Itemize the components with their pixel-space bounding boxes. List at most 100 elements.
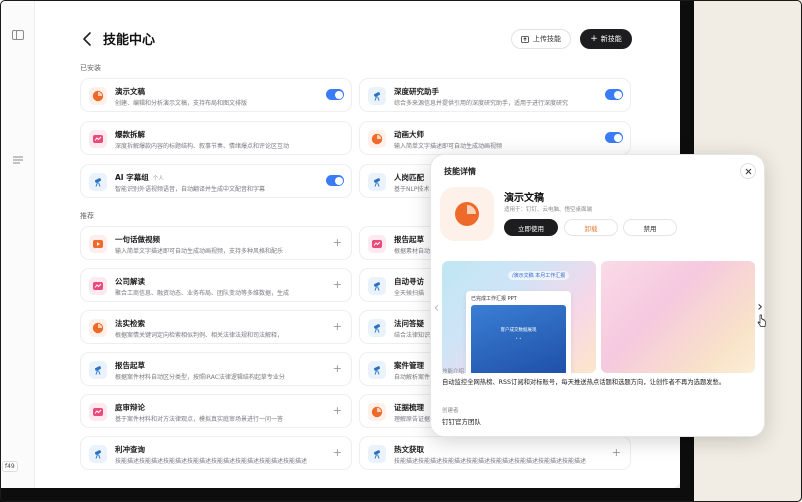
skill-enable-toggle[interactable] <box>605 132 623 143</box>
upload-icon <box>521 36 529 43</box>
hot-icon <box>89 277 107 295</box>
skill-name: 自动寻访 <box>394 276 424 287</box>
installed-skill-card[interactable]: 深度研究助手 综合多来源信息并提供引用的深度研究助手，适用于进行深度研究 <box>359 78 631 112</box>
skill-name: 深度研究助手 <box>394 86 439 97</box>
skill-enable-toggle[interactable] <box>326 89 344 100</box>
preview-slide-sub: • • <box>515 336 522 341</box>
recommended-skill-card[interactable]: 利冲查询技能描述技能描述技能描述技能描述技能描述技能描述技能描述技能描述 + <box>80 436 352 470</box>
chevron-left-icon[interactable]: ‹ <box>431 300 442 316</box>
skill-name: 演示文稿 <box>504 193 544 204</box>
add-skill-button[interactable]: + <box>333 446 342 460</box>
preview-doc-title: 已完成工作汇报 PPT <box>471 296 517 302</box>
sidebar-toggle-icon[interactable] <box>12 30 24 40</box>
skill-name-text: 报告起草 <box>394 235 424 244</box>
screenshot-preview-2[interactable] <box>601 261 755 373</box>
skill-name: 公司解读 <box>115 276 145 287</box>
app-frame: f49 技能中心 上传技能 + 新技能 已安装 演示文稿创建、编辑和分析演示文稿… <box>0 0 802 502</box>
skill-name-text: 利冲查询 <box>115 445 145 454</box>
video-icon <box>89 235 107 253</box>
close-icon <box>745 168 751 174</box>
skill-tag: 个人 <box>152 176 164 182</box>
close-button[interactable] <box>740 163 756 179</box>
skill-description: 输入简单文字描述即可自动生成动画视频 <box>394 143 503 150</box>
add-skill-button[interactable]: + <box>333 236 342 250</box>
intro-label: 技能介绍 <box>442 369 465 375</box>
add-skill-button[interactable]: + <box>612 446 621 460</box>
skill-name-text: 庭审辩论 <box>115 403 145 412</box>
skill-name: AI 字幕组 个人 <box>115 172 164 183</box>
plus-icon: + <box>590 34 598 44</box>
use-now-button[interactable]: 立即使用 <box>504 219 558 236</box>
recommended-skill-card[interactable]: 一句话做视频输入简单文字描述即可自动生成动画视频，支持多种风格和配乐 + <box>80 226 352 260</box>
skill-name: 演示文稿 <box>115 86 145 97</box>
dialog-title: 技能详情 <box>444 167 476 176</box>
add-skill-button[interactable]: + <box>333 320 342 334</box>
hot-icon <box>368 235 386 253</box>
recommended-skill-card[interactable]: 热文获取技能描述技能描述技能描述技能描述技能描述技能描述技能描述技能描述 + <box>359 436 631 470</box>
skill-description: 输入简单文字描述即可自动生成动画视频，支持多种风格和配乐 <box>115 248 284 255</box>
skill-description: 根据案情关键词定向检索相似判例、相关法律法规和司法解释， <box>115 332 284 339</box>
skill-name-text: 证据梳理 <box>394 403 424 412</box>
doc-pie-icon <box>89 319 107 337</box>
skill-enable-toggle[interactable] <box>605 89 623 100</box>
add-skill-button[interactable]: + <box>333 362 342 376</box>
skill-name-text: 自动寻访 <box>394 277 424 286</box>
new-skill-button[interactable]: + 新技能 <box>580 29 632 49</box>
skill-name: 人岗匹配 <box>394 172 424 183</box>
skill-name: 爆款拆解 <box>115 129 145 140</box>
skill-description: 智能识别外语视频语音，自动翻译并生成中文配音和字幕 <box>115 186 266 193</box>
telescope-icon <box>89 445 107 463</box>
left-rail: f49 <box>0 0 35 490</box>
page-title: 技能中心 <box>103 33 156 48</box>
telescope-icon <box>368 319 386 337</box>
upload-skill-button[interactable]: 上传技能 <box>511 29 571 49</box>
skill-apps: 适用于：钉钉、云电脑、悟空桌面端 <box>504 207 593 213</box>
skill-name-text: 一句话做视频 <box>115 235 160 244</box>
chevron-right-icon[interactable]: › <box>754 299 764 315</box>
doc-pie-icon <box>455 202 479 226</box>
recommended-skill-card[interactable]: 法实检索根据案情关键词定向检索相似判例、相关法律法规和司法解释， + <box>80 310 352 344</box>
skill-description: 深度拆解爆款内容的标题结构、叙事节奏、情绪爆点和评论区互动 <box>115 143 290 150</box>
skill-name-text: 演示文稿 <box>115 87 145 96</box>
disable-button[interactable]: 禁用 <box>623 219 677 236</box>
skill-description: 创建、编辑和分析演示文稿，支持布局和图文排版 <box>115 100 248 107</box>
installed-section-label: 已安装 <box>80 64 101 72</box>
skill-name: 报告起草 <box>394 234 424 245</box>
doc-pie-icon <box>89 87 107 105</box>
installed-skill-card[interactable]: 演示文稿创建、编辑和分析演示文稿，支持布局和图文排版 <box>80 78 352 112</box>
skill-description: 技能描述技能描述技能描述技能描述技能描述技能描述技能描述技能描述 <box>115 458 308 465</box>
device-bezel-bottom <box>0 488 694 502</box>
skill-description: 根据案件材料自动区分类型，按照IRAC法律逻辑结构起草专业分 <box>115 374 285 381</box>
skill-name: 一句话做视频 <box>115 234 160 245</box>
unload-button[interactable]: 卸载 <box>564 219 618 236</box>
recommended-skill-card[interactable]: 庭审辩论 基于案件材料和对方法律观点，模拟真实庭审场景进行一问一答 + <box>80 394 352 428</box>
skill-description: 技能描述技能描述技能描述技能描述技能描述技能描述技能描述技能描述 <box>394 458 587 465</box>
skill-name-text: 公司解读 <box>115 277 145 286</box>
installed-skill-card[interactable]: 爆款拆解深度拆解爆款内容的标题结构、叙事节奏、情绪爆点和评论区互动 <box>80 121 352 155</box>
intro-text: 自动监控全网热榜、RSS订阅和对标账号，每天推送热点话题和选题方向，让创作者不再… <box>442 379 726 386</box>
installed-skill-card[interactable]: AI 字幕组 个人智能识别外语视频语音，自动翻译并生成中文配音和字幕 <box>80 164 352 198</box>
recommended-skill-card[interactable]: 公司解读聚合工商信息、融资动态、业务布局、团队变动等多维数据，生成 + <box>80 268 352 302</box>
add-skill-button[interactable]: + <box>333 278 342 292</box>
menu-icon[interactable] <box>12 155 24 165</box>
add-skill-button[interactable]: + <box>333 404 342 418</box>
skill-name: 热文获取 <box>394 444 424 455</box>
skill-name-text: AI 字幕组 <box>115 173 149 182</box>
preview-slide: 客户成交数据展现 • • <box>471 305 566 373</box>
skill-name-text: 深度研究助手 <box>394 87 439 96</box>
screenshot-preview-1[interactable]: /演示文稿 本月工作汇报 已完成工作汇报 PPT 客户成交数据展现 • • <box>442 261 596 373</box>
skill-name-text: 热文获取 <box>394 445 424 454</box>
doc-pie-icon <box>368 403 386 421</box>
telescope-icon <box>368 445 386 463</box>
skill-name-text: 法实检索 <box>115 319 145 328</box>
skill-enable-toggle[interactable] <box>326 175 344 186</box>
back-icon[interactable] <box>81 31 93 47</box>
recommended-skill-card[interactable]: 报告起草根据案件材料自动区分类型，按照IRAC法律逻辑结构起草专业分 + <box>80 352 352 386</box>
telescope-icon <box>368 87 386 105</box>
skill-name-text: 动画大师 <box>394 130 424 139</box>
telescope-icon <box>368 277 386 295</box>
skill-name: 动画大师 <box>394 129 424 140</box>
skill-name: 报告起草 <box>115 360 145 371</box>
installed-skill-card[interactable]: 动画大师输入简单文字描述即可自动生成动画视频 <box>359 121 631 155</box>
skill-description: 聚合工商信息、融资动态、业务布局、团队变动等多维数据，生成 <box>115 290 290 297</box>
